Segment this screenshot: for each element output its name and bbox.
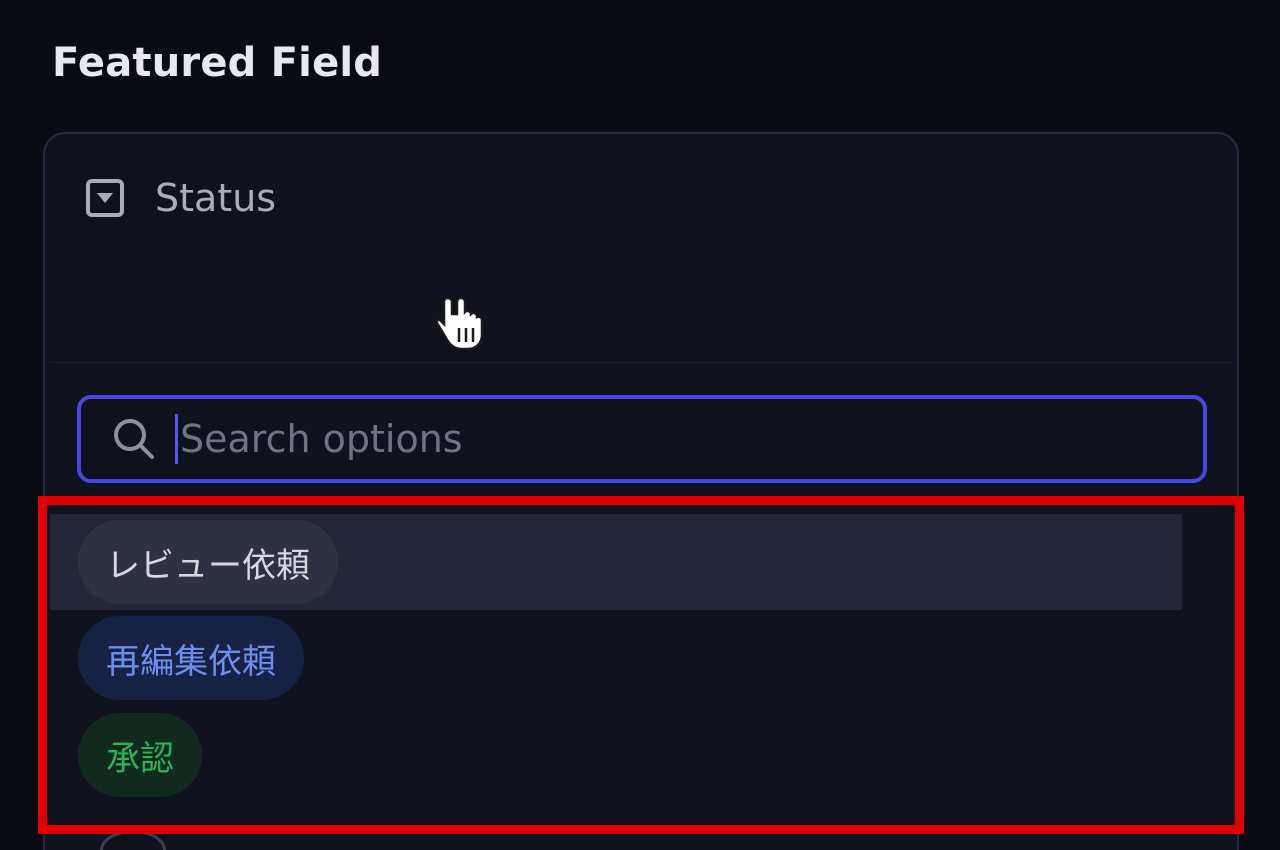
option-pill: レビュー依頼 — [78, 520, 338, 604]
section-title: Featured Field — [52, 40, 383, 86]
text-caret — [175, 414, 178, 464]
search-icon — [114, 419, 154, 459]
search-input[interactable] — [180, 417, 1080, 461]
option-row-review-request[interactable]: レビュー依頼 — [50, 514, 1182, 610]
option-pill: 承認 — [78, 713, 202, 797]
hand-pointer-cursor-icon — [436, 296, 484, 351]
page: Featured Field Status レビュー依頼 再編集依頼 承認 — [0, 0, 1280, 850]
field-header[interactable]: Status — [85, 176, 276, 220]
search-box[interactable] — [77, 395, 1207, 483]
option-row-re-edit-request[interactable]: 再編集依頼 — [50, 610, 1182, 706]
divider — [50, 362, 1234, 363]
option-row-approved[interactable]: 承認 — [50, 707, 1182, 803]
field-label: Status — [155, 176, 277, 220]
select-dropdown-icon — [86, 179, 124, 217]
option-pill: 再編集依頼 — [78, 616, 304, 700]
